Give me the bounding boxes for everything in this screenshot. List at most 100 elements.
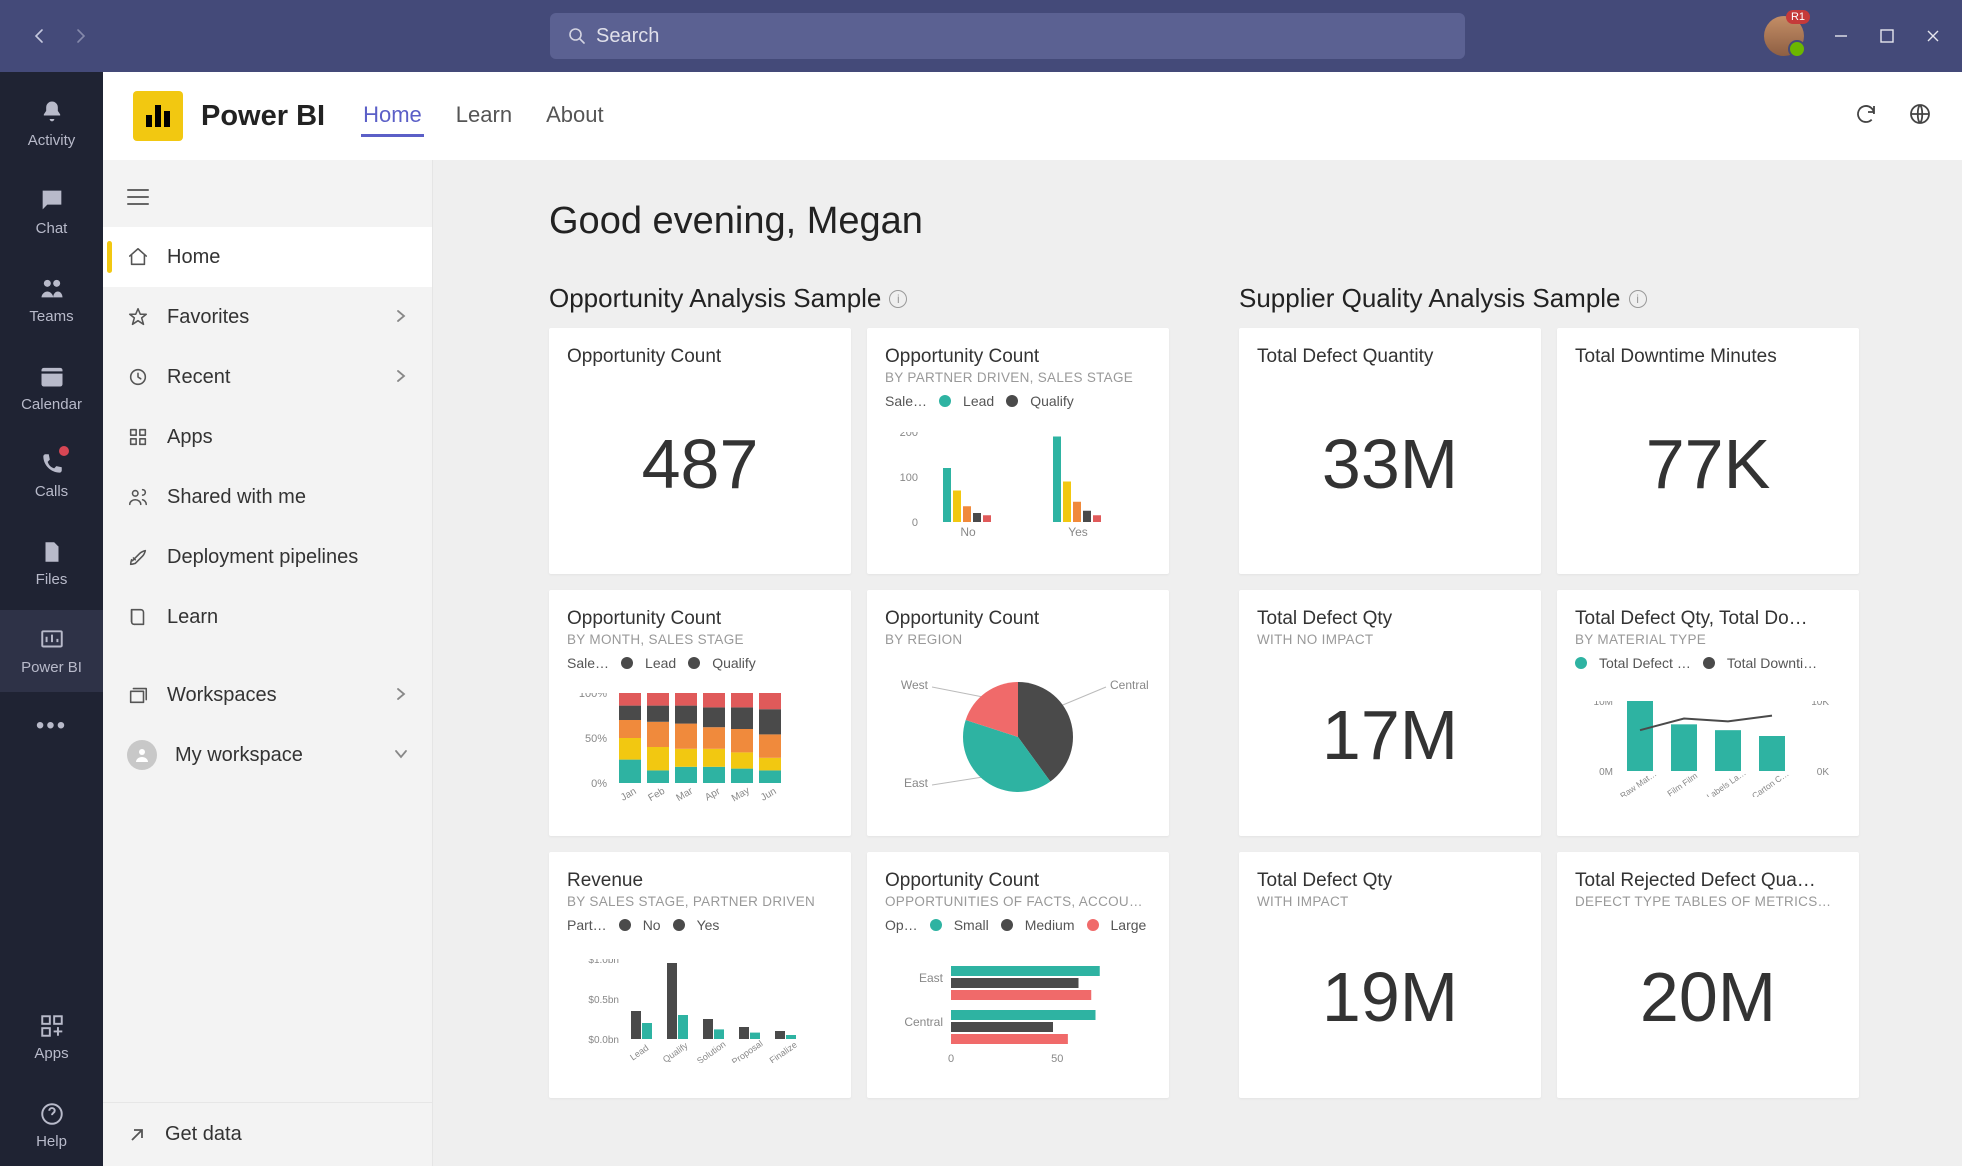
rail-apps[interactable]: Apps [0, 996, 103, 1078]
nav-recent[interactable]: Recent [103, 347, 432, 407]
teams-titlebar: Search R1 [0, 0, 1962, 72]
bar-chart: 0100200NoYes [885, 413, 1151, 560]
star-icon [127, 306, 149, 328]
rail-calendar[interactable]: Calendar [0, 346, 103, 428]
dashboard-title[interactable]: Supplier Quality Analysis Samplei [1239, 283, 1859, 314]
rail-files[interactable]: Files [0, 522, 103, 604]
powerbi-logo [133, 91, 183, 141]
close-button[interactable] [1924, 27, 1942, 45]
maximize-button[interactable] [1878, 27, 1896, 45]
tile-title: Revenue [567, 870, 833, 892]
tile[interactable]: Opportunity CountBY REGION West Central … [867, 590, 1169, 836]
nav-label: Deployment pipelines [167, 546, 358, 569]
svg-text:10K: 10K [1811, 701, 1829, 708]
back-button[interactable] [30, 26, 50, 46]
tile-subtitle: BY MONTH, SALES STAGE [567, 632, 833, 647]
user-avatar[interactable]: R1 [1764, 16, 1804, 56]
rail-activity[interactable]: Activity [0, 82, 103, 164]
minimize-button[interactable] [1832, 27, 1850, 45]
svg-text:$0.0bn: $0.0bn [588, 1035, 619, 1046]
svg-text:200: 200 [900, 432, 918, 439]
arrow-up-right-icon [127, 1125, 147, 1145]
svg-text:East: East [919, 971, 944, 985]
pie-chart: West Central East [885, 651, 1151, 822]
refresh-button[interactable] [1854, 102, 1878, 131]
refresh-icon [1854, 102, 1878, 126]
help-icon [39, 1101, 65, 1127]
rail-more[interactable]: ••• [36, 712, 67, 740]
svg-text:0: 0 [948, 1053, 954, 1065]
apps-icon [39, 1013, 65, 1039]
main-content: Good evening, Megan Opportunity Analysis… [433, 160, 1962, 1166]
svg-text:Finalize: Finalize [768, 1039, 799, 1062]
book-icon [127, 606, 149, 628]
tab-learn[interactable]: Learn [454, 96, 514, 137]
avatar-badge: R1 [1786, 10, 1810, 24]
tile[interactable]: Total Defect Quantity33M [1239, 328, 1541, 574]
search-input[interactable]: Search [550, 13, 1465, 59]
nav-label: Apps [167, 426, 213, 449]
nav-apps[interactable]: Apps [103, 407, 432, 467]
svg-text:0: 0 [912, 517, 918, 529]
combo-chart: 0M10M0K10KRaw Mat…Film FilmLabels La…Car… [1575, 675, 1841, 822]
svg-text:0M: 0M [1599, 767, 1613, 778]
nav-favorites[interactable]: Favorites [103, 287, 432, 347]
calendar-icon [38, 362, 66, 390]
chevron-right-icon [394, 309, 408, 323]
tile-title: Total Defect Qty, Total Do… [1575, 608, 1841, 630]
tile[interactable]: Total Defect Qty, Total Do… BY MATERIAL T… [1557, 590, 1859, 836]
nav-label: Learn [167, 606, 218, 629]
tile[interactable]: RevenueBY SALES STAGE, PARTNER DRIVENPar… [549, 852, 851, 1098]
rail-calls[interactable]: Calls [0, 434, 103, 516]
person-icon [127, 740, 157, 770]
people-icon [127, 486, 149, 508]
tile[interactable]: Total Downtime Minutes77K [1557, 328, 1859, 574]
tile[interactable]: Opportunity CountBY PARTNER DRIVEN, SALE… [867, 328, 1169, 574]
legend: Part… No Yes [567, 917, 833, 933]
tab-about[interactable]: About [544, 96, 606, 137]
nav-learn[interactable]: Learn [103, 587, 432, 647]
nav-deployment-pipelines[interactable]: Deployment pipelines [103, 527, 432, 587]
tile[interactable]: Total Rejected Defect Qua…DEFECT TYPE TA… [1557, 852, 1859, 1098]
nav-label: Workspaces [167, 684, 277, 707]
svg-text:Raw Mat…: Raw Mat… [1618, 768, 1658, 797]
info-icon[interactable]: i [889, 290, 907, 308]
rail-chat[interactable]: Chat [0, 170, 103, 252]
rail-label: Calls [35, 483, 68, 500]
rocket-icon [127, 546, 149, 568]
tile[interactable]: Opportunity Count487 [549, 328, 851, 574]
stacked-bar-chart: 0%50%100%JanFebMarAprMayJun [567, 675, 833, 822]
tab-home[interactable]: Home [361, 96, 424, 137]
get-data-label: Get data [165, 1123, 242, 1146]
rail-powerbi[interactable]: Power BI [0, 610, 103, 692]
stack-icon [127, 684, 149, 706]
nav-shared-with-me[interactable]: Shared with me [103, 467, 432, 527]
chevron-right-icon [394, 369, 408, 383]
tile-subtitle: BY MATERIAL TYPE [1575, 632, 1841, 647]
tile-title: Total Defect Qty [1257, 608, 1523, 630]
rail-label: Calendar [21, 396, 82, 413]
tile[interactable]: Total Defect QtyWITH IMPACT19M [1239, 852, 1541, 1098]
svg-text:Proposal: Proposal [730, 1038, 765, 1063]
tile[interactable]: Opportunity CountBY MONTH, SALES STAGESa… [549, 590, 851, 836]
get-data-button[interactable]: Get data [103, 1102, 432, 1166]
nav-collapse-button[interactable] [103, 172, 432, 227]
hbar-chart: EastCentral050 [885, 937, 1151, 1084]
greeting: Good evening, Megan [549, 200, 1922, 243]
dashboard-title[interactable]: Opportunity Analysis Samplei [549, 283, 1169, 314]
nav-workspaces[interactable]: Workspaces [103, 665, 432, 725]
nav-home[interactable]: Home [103, 227, 432, 287]
tile-title: Total Defect Quantity [1257, 346, 1523, 368]
tile[interactable]: Total Defect QtyWITH NO IMPACT17M [1239, 590, 1541, 836]
tile[interactable]: Opportunity CountOPPORTUNITIES OF FACTS,… [867, 852, 1169, 1098]
info-icon[interactable]: i [1629, 290, 1647, 308]
rail-teams[interactable]: Teams [0, 258, 103, 340]
nav-my-workspace[interactable]: My workspace [103, 725, 432, 785]
rail-label: Chat [36, 220, 68, 237]
powerbi-nav: HomeFavoritesRecent Apps Shared with me Dep… [103, 160, 433, 1166]
web-button[interactable] [1908, 102, 1932, 131]
forward-button[interactable] [70, 26, 90, 46]
rail-help[interactable]: Help [0, 1084, 103, 1166]
svg-text:100: 100 [900, 472, 918, 484]
chevron-down-icon [394, 747, 408, 761]
